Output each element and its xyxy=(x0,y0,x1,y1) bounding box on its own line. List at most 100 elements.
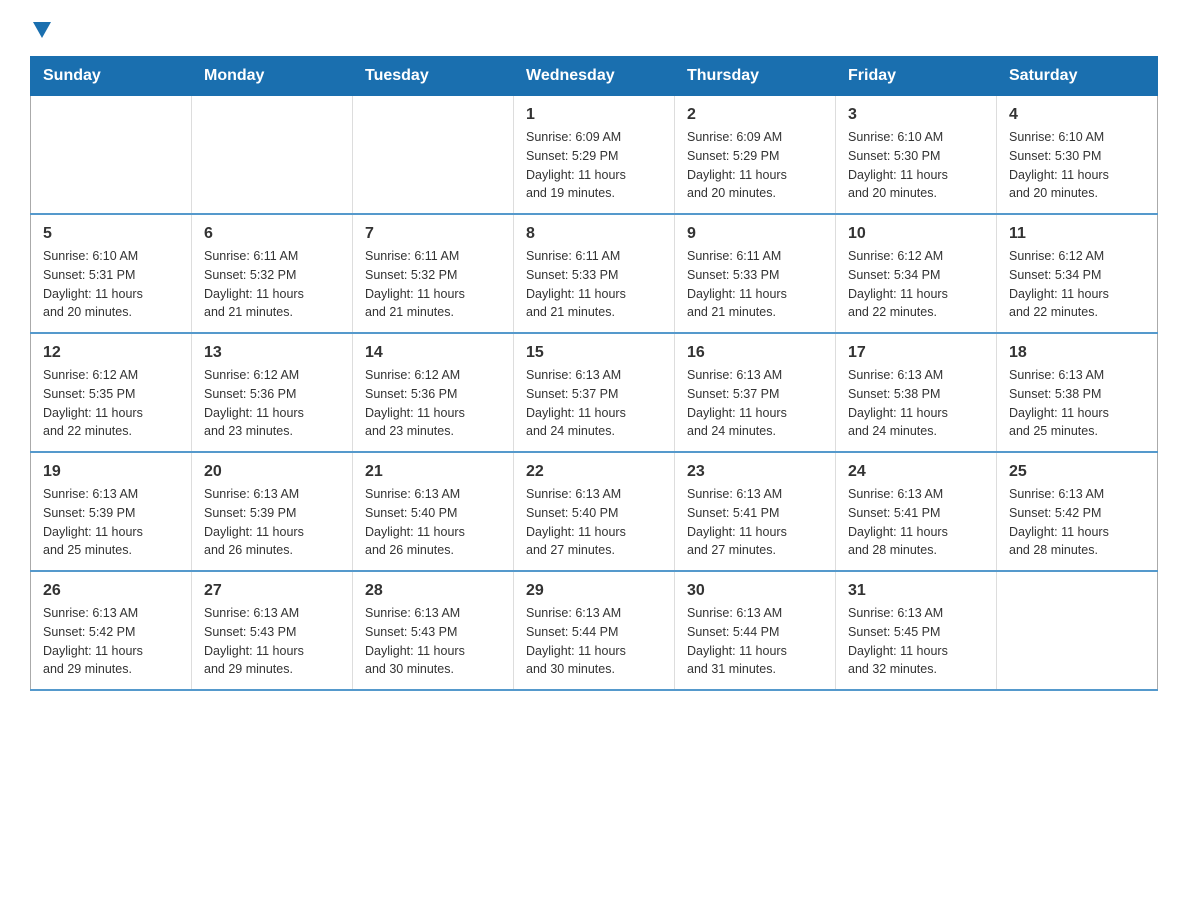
day-info: Sunrise: 6:13 AM Sunset: 5:38 PM Dayligh… xyxy=(1009,366,1145,441)
calendar-header-tuesday: Tuesday xyxy=(353,57,514,96)
calendar-cell: 8Sunrise: 6:11 AM Sunset: 5:33 PM Daylig… xyxy=(514,214,675,333)
day-number: 3 xyxy=(848,106,984,124)
day-number: 6 xyxy=(204,225,340,243)
day-info: Sunrise: 6:12 AM Sunset: 5:35 PM Dayligh… xyxy=(43,366,179,441)
day-info: Sunrise: 6:13 AM Sunset: 5:38 PM Dayligh… xyxy=(848,366,984,441)
calendar-header-wednesday: Wednesday xyxy=(514,57,675,96)
calendar-header-saturday: Saturday xyxy=(997,57,1158,96)
day-number: 17 xyxy=(848,344,984,362)
calendar-week-row: 5Sunrise: 6:10 AM Sunset: 5:31 PM Daylig… xyxy=(31,214,1158,333)
day-info: Sunrise: 6:12 AM Sunset: 5:36 PM Dayligh… xyxy=(365,366,501,441)
calendar-cell xyxy=(192,96,353,215)
calendar-week-row: 12 Sunrise: 6:12 AM Sunset: 5:35 PM Dayli… xyxy=(31,333,1158,452)
calendar-cell: 31 Sunrise: 6:13 AM Sunset: 5:45 PM Dayli… xyxy=(836,571,997,690)
calendar-header-sunday: Sunday xyxy=(31,57,192,96)
day-number: 28 xyxy=(365,582,501,600)
logo xyxy=(30,20,51,36)
calendar-cell: 26 Sunrise: 6:13 AM Sunset: 5:42 PM Dayli… xyxy=(31,571,192,690)
day-info: Sunrise: 6:12 AM Sunset: 5:34 PM Dayligh… xyxy=(1009,247,1145,322)
day-number: 8 xyxy=(526,225,662,243)
calendar-cell: 12 Sunrise: 6:12 AM Sunset: 5:35 PM Dayli… xyxy=(31,333,192,452)
day-number: 5 xyxy=(43,225,179,243)
day-number: 10 xyxy=(848,225,984,243)
calendar-cell: 24Sunrise: 6:13 AM Sunset: 5:41 PM Dayli… xyxy=(836,452,997,571)
day-number: 29 xyxy=(526,582,662,600)
calendar-cell: 28 Sunrise: 6:13 AM Sunset: 5:43 PM Dayli… xyxy=(353,571,514,690)
calendar-cell: 13 Sunrise: 6:12 AM Sunset: 5:36 PM Dayli… xyxy=(192,333,353,452)
day-number: 13 xyxy=(204,344,340,362)
day-number: 4 xyxy=(1009,106,1145,124)
day-info: Sunrise: 6:13 AM Sunset: 5:44 PM Dayligh… xyxy=(687,604,823,679)
day-info: Sunrise: 6:10 AM Sunset: 5:30 PM Dayligh… xyxy=(1009,128,1145,203)
day-info: Sunrise: 6:13 AM Sunset: 5:44 PM Dayligh… xyxy=(526,604,662,679)
calendar-cell: 2 Sunrise: 6:09 AM Sunset: 5:29 PM Daylig… xyxy=(675,96,836,215)
calendar-cell: 16 Sunrise: 6:13 AM Sunset: 5:37 PM Dayli… xyxy=(675,333,836,452)
calendar-week-row: 1 Sunrise: 6:09 AM Sunset: 5:29 PM Daylig… xyxy=(31,96,1158,215)
calendar-cell: 14 Sunrise: 6:12 AM Sunset: 5:36 PM Dayli… xyxy=(353,333,514,452)
day-number: 19 xyxy=(43,463,179,481)
day-info: Sunrise: 6:13 AM Sunset: 5:43 PM Dayligh… xyxy=(365,604,501,679)
day-number: 31 xyxy=(848,582,984,600)
calendar-cell: 21 Sunrise: 6:13 AM Sunset: 5:40 PM Dayli… xyxy=(353,452,514,571)
day-number: 30 xyxy=(687,582,823,600)
day-info: Sunrise: 6:11 AM Sunset: 5:32 PM Dayligh… xyxy=(365,247,501,322)
logo-triangle-icon xyxy=(33,22,51,38)
day-number: 16 xyxy=(687,344,823,362)
day-number: 14 xyxy=(365,344,501,362)
calendar-cell: 22 Sunrise: 6:13 AM Sunset: 5:40 PM Dayli… xyxy=(514,452,675,571)
calendar-cell xyxy=(997,571,1158,690)
calendar-header-thursday: Thursday xyxy=(675,57,836,96)
day-info: Sunrise: 6:13 AM Sunset: 5:42 PM Dayligh… xyxy=(43,604,179,679)
day-info: Sunrise: 6:13 AM Sunset: 5:40 PM Dayligh… xyxy=(526,485,662,560)
day-info: Sunrise: 6:13 AM Sunset: 5:39 PM Dayligh… xyxy=(43,485,179,560)
calendar-cell: 19 Sunrise: 6:13 AM Sunset: 5:39 PM Dayli… xyxy=(31,452,192,571)
day-number: 2 xyxy=(687,106,823,124)
day-info: Sunrise: 6:13 AM Sunset: 5:40 PM Dayligh… xyxy=(365,485,501,560)
day-number: 27 xyxy=(204,582,340,600)
day-number: 26 xyxy=(43,582,179,600)
calendar-cell: 27 Sunrise: 6:13 AM Sunset: 5:43 PM Dayli… xyxy=(192,571,353,690)
day-info: Sunrise: 6:13 AM Sunset: 5:43 PM Dayligh… xyxy=(204,604,340,679)
calendar-cell: 5Sunrise: 6:10 AM Sunset: 5:31 PM Daylig… xyxy=(31,214,192,333)
calendar-cell: 11Sunrise: 6:12 AM Sunset: 5:34 PM Dayli… xyxy=(997,214,1158,333)
calendar-cell: 23 Sunrise: 6:13 AM Sunset: 5:41 PM Dayli… xyxy=(675,452,836,571)
day-info: Sunrise: 6:11 AM Sunset: 5:33 PM Dayligh… xyxy=(687,247,823,322)
calendar-week-row: 19 Sunrise: 6:13 AM Sunset: 5:39 PM Dayli… xyxy=(31,452,1158,571)
day-number: 25 xyxy=(1009,463,1145,481)
calendar-header-monday: Monday xyxy=(192,57,353,96)
calendar-cell: 9 Sunrise: 6:11 AM Sunset: 5:33 PM Daylig… xyxy=(675,214,836,333)
day-info: Sunrise: 6:13 AM Sunset: 5:41 PM Dayligh… xyxy=(848,485,984,560)
day-number: 12 xyxy=(43,344,179,362)
day-number: 23 xyxy=(687,463,823,481)
day-info: Sunrise: 6:11 AM Sunset: 5:32 PM Dayligh… xyxy=(204,247,340,322)
day-info: Sunrise: 6:10 AM Sunset: 5:30 PM Dayligh… xyxy=(848,128,984,203)
calendar-week-row: 26 Sunrise: 6:13 AM Sunset: 5:42 PM Dayli… xyxy=(31,571,1158,690)
day-number: 20 xyxy=(204,463,340,481)
day-info: Sunrise: 6:09 AM Sunset: 5:29 PM Dayligh… xyxy=(687,128,823,203)
day-number: 15 xyxy=(526,344,662,362)
calendar-cell: 18 Sunrise: 6:13 AM Sunset: 5:38 PM Dayli… xyxy=(997,333,1158,452)
day-info: Sunrise: 6:13 AM Sunset: 5:41 PM Dayligh… xyxy=(687,485,823,560)
page-header xyxy=(30,20,1158,36)
day-info: Sunrise: 6:12 AM Sunset: 5:34 PM Dayligh… xyxy=(848,247,984,322)
calendar-cell: 15 Sunrise: 6:13 AM Sunset: 5:37 PM Dayli… xyxy=(514,333,675,452)
day-number: 1 xyxy=(526,106,662,124)
day-number: 7 xyxy=(365,225,501,243)
day-info: Sunrise: 6:13 AM Sunset: 5:37 PM Dayligh… xyxy=(526,366,662,441)
calendar-cell xyxy=(353,96,514,215)
calendar-cell: 29 Sunrise: 6:13 AM Sunset: 5:44 PM Dayli… xyxy=(514,571,675,690)
calendar-header-row: SundayMondayTuesdayWednesdayThursdayFrid… xyxy=(31,57,1158,96)
day-info: Sunrise: 6:13 AM Sunset: 5:39 PM Dayligh… xyxy=(204,485,340,560)
calendar-header-friday: Friday xyxy=(836,57,997,96)
calendar-cell: 1Sunrise: 6:09 AM Sunset: 5:29 PM Daylig… xyxy=(514,96,675,215)
day-info: Sunrise: 6:13 AM Sunset: 5:45 PM Dayligh… xyxy=(848,604,984,679)
day-info: Sunrise: 6:12 AM Sunset: 5:36 PM Dayligh… xyxy=(204,366,340,441)
day-number: 18 xyxy=(1009,344,1145,362)
calendar-cell: 4 Sunrise: 6:10 AM Sunset: 5:30 PM Daylig… xyxy=(997,96,1158,215)
day-number: 9 xyxy=(687,225,823,243)
day-number: 21 xyxy=(365,463,501,481)
calendar-cell: 17 Sunrise: 6:13 AM Sunset: 5:38 PM Dayli… xyxy=(836,333,997,452)
day-info: Sunrise: 6:13 AM Sunset: 5:37 PM Dayligh… xyxy=(687,366,823,441)
calendar-cell: 6 Sunrise: 6:11 AM Sunset: 5:32 PM Daylig… xyxy=(192,214,353,333)
day-number: 22 xyxy=(526,463,662,481)
